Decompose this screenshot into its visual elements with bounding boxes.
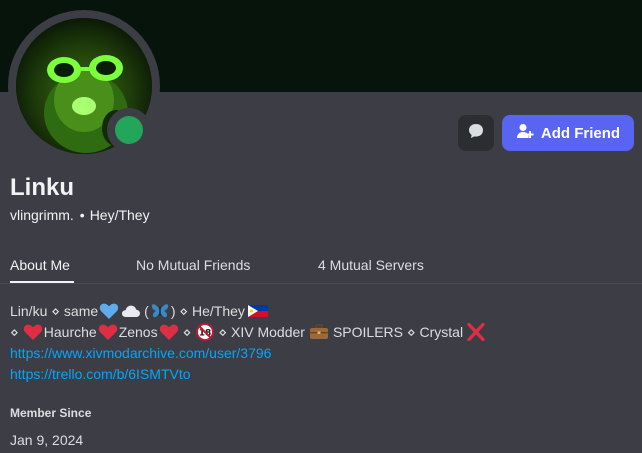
bio-line-1: Lin/ku ⋄ same ( ) ⋄ He/They xyxy=(10,300,632,321)
bio-line-2: ⋄ Haurche Zenos ⋄ 18 ⋄ XIV Modder SPOILE… xyxy=(10,321,632,342)
bio-line-4: https://trello.com/b/6ISMTVto xyxy=(10,363,632,384)
bio-line-3: https://www.xivmodarchive.com/user/3796 xyxy=(10,342,632,363)
member-since-date: Jan 9, 2024 xyxy=(10,432,84,448)
blue-heart-icon xyxy=(99,302,119,320)
tab-mutual-friends[interactable]: No Mutual Friends xyxy=(136,257,250,273)
briefcase-icon xyxy=(309,323,329,341)
bio-text: ( xyxy=(144,302,149,319)
bio-text: SPOILERS ⋄ Crystal xyxy=(332,323,464,340)
separator: • xyxy=(79,207,85,223)
username-line: vlingrimm. • Hey/They xyxy=(10,207,150,223)
bio-text: ⋄ xyxy=(10,323,19,340)
bio-text: ) ⋄ He/They xyxy=(170,302,245,319)
chat-bubble-icon xyxy=(467,122,485,145)
red-heart-icon xyxy=(23,323,43,341)
profile-tabs: About Me No Mutual Friends 4 Mutual Serv… xyxy=(10,257,632,283)
message-button[interactable] xyxy=(458,115,494,151)
member-since-label: Member Since xyxy=(10,406,92,420)
trello-link[interactable]: https://trello.com/b/6ISMTVto xyxy=(10,364,191,384)
red-heart-icon xyxy=(159,323,179,341)
about-me: Lin/ku ⋄ same ( ) ⋄ He/They ⋄ Haurche Ze… xyxy=(10,300,632,384)
add-friend-label: Add Friend xyxy=(540,124,621,142)
philippines-flag-icon xyxy=(247,302,268,320)
add-user-icon xyxy=(516,122,534,144)
bio-text: Zenos xyxy=(118,323,158,340)
tab-mutual-servers[interactable]: 4 Mutual Servers xyxy=(318,257,424,273)
add-friend-button[interactable]: Add Friend xyxy=(502,115,634,151)
tabs-divider xyxy=(0,283,642,284)
xivmodarchive-link[interactable]: https://www.xivmodarchive.com/user/3796 xyxy=(10,343,271,363)
tab-about-me[interactable]: About Me xyxy=(10,257,70,273)
username[interactable]: vlingrimm. xyxy=(10,207,74,223)
pronouns: Hey/They xyxy=(89,207,150,223)
bio-text: ⋄ XIV Modder xyxy=(218,323,305,340)
bio-text: Haurche xyxy=(43,323,97,340)
cloud-icon xyxy=(121,302,141,320)
online-status-indicator xyxy=(115,116,143,144)
no-one-under-18-icon: 18 xyxy=(195,322,215,341)
bio-text: ⋄ xyxy=(182,323,192,340)
display-name: Linku xyxy=(10,174,74,201)
butterfly-icon xyxy=(150,302,170,320)
bio-text: Lin/ku ⋄ same xyxy=(10,302,99,319)
red-heart-icon xyxy=(98,323,118,341)
cross-mark-icon xyxy=(466,322,486,341)
